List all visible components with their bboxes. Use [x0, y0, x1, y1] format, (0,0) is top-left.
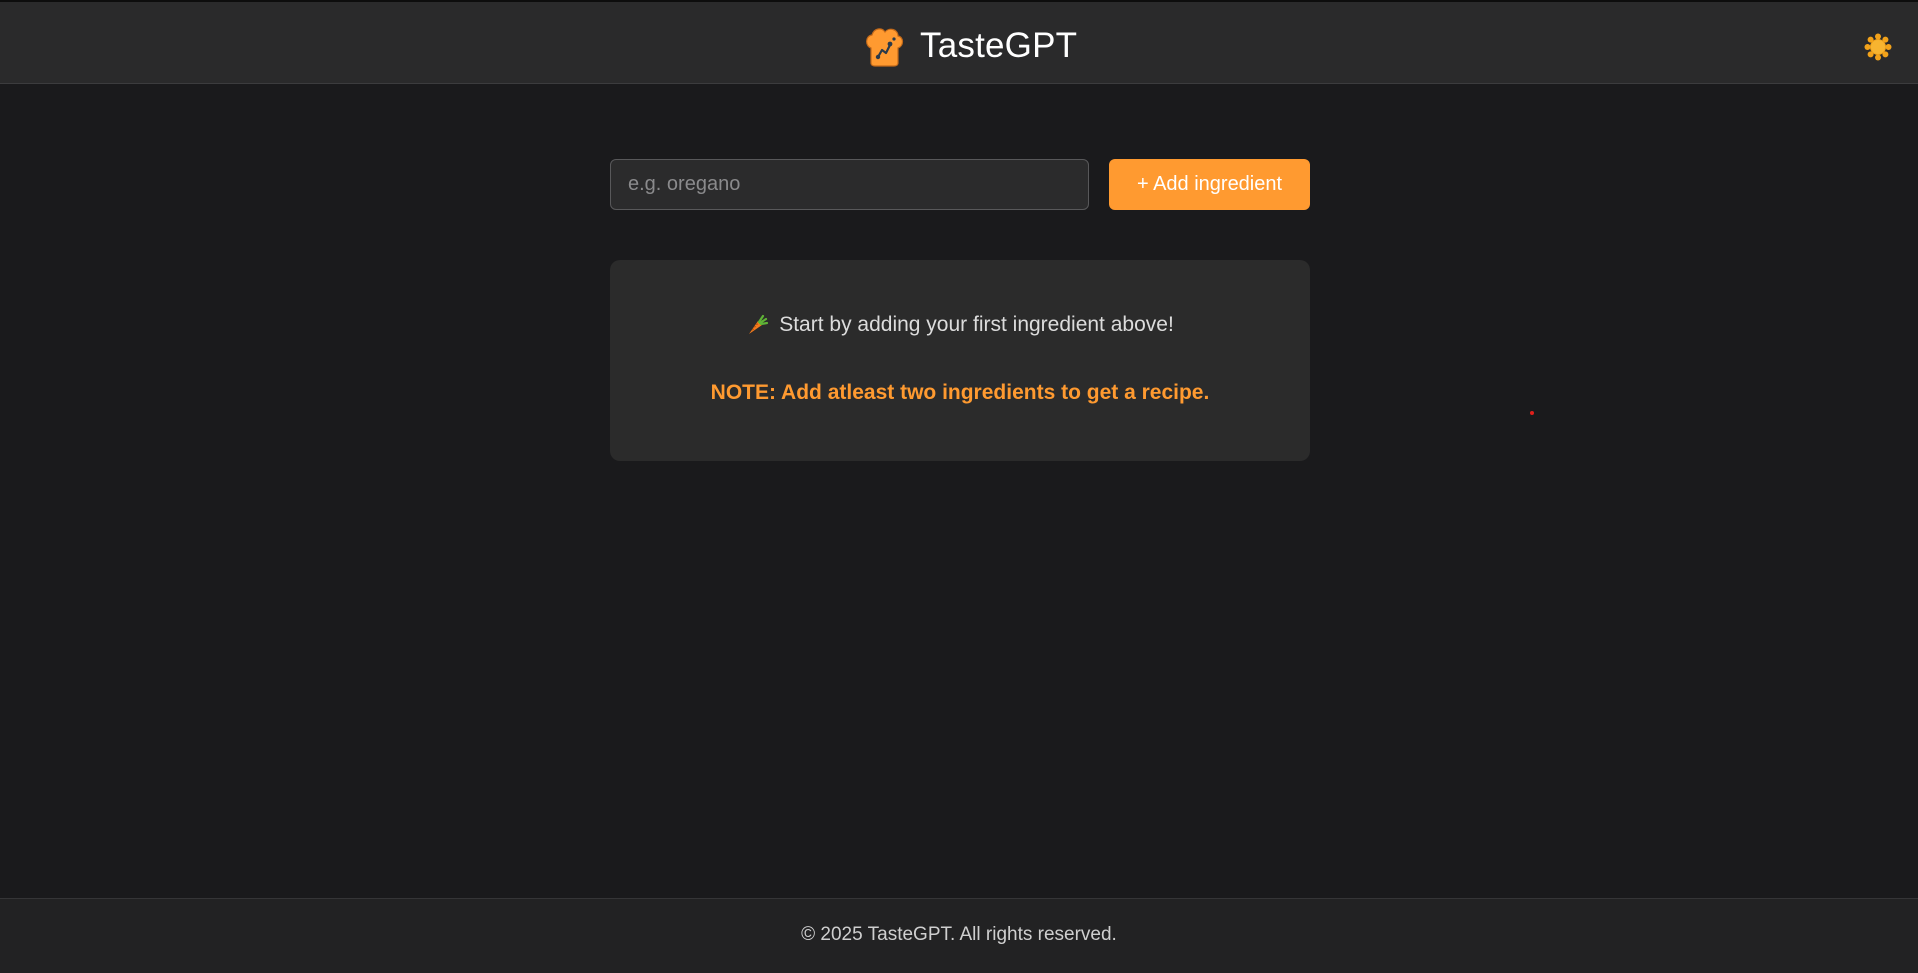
app-page: TasteGPT + Add ingredient	[0, 0, 1918, 973]
add-ingredient-button[interactable]: + Add ingredient	[1109, 159, 1310, 210]
hint-row: Start by adding your first ingredient ab…	[610, 313, 1310, 337]
footer: © 2025 TasteGPT. All rights reserved.	[0, 898, 1918, 973]
sun-icon[interactable]	[1864, 33, 1892, 61]
top-header: TasteGPT	[0, 0, 1918, 84]
chef-hat-icon	[866, 28, 904, 67]
hint-text: Start by adding your first ingredient ab…	[779, 313, 1174, 336]
carrot-icon	[749, 314, 769, 334]
note-text: NOTE: Add atleast two ingredients to get…	[710, 381, 1210, 404]
brand[interactable]: TasteGPT	[862, 24, 1077, 68]
app-title: TasteGPT	[920, 26, 1078, 65]
copyright-text: © 2025 TasteGPT. All rights reserved.	[801, 924, 1117, 945]
ingredient-input[interactable]	[610, 159, 1089, 210]
empty-state-card: Start by adding your first ingredient ab…	[610, 260, 1310, 461]
cursor-dot	[1530, 411, 1534, 415]
